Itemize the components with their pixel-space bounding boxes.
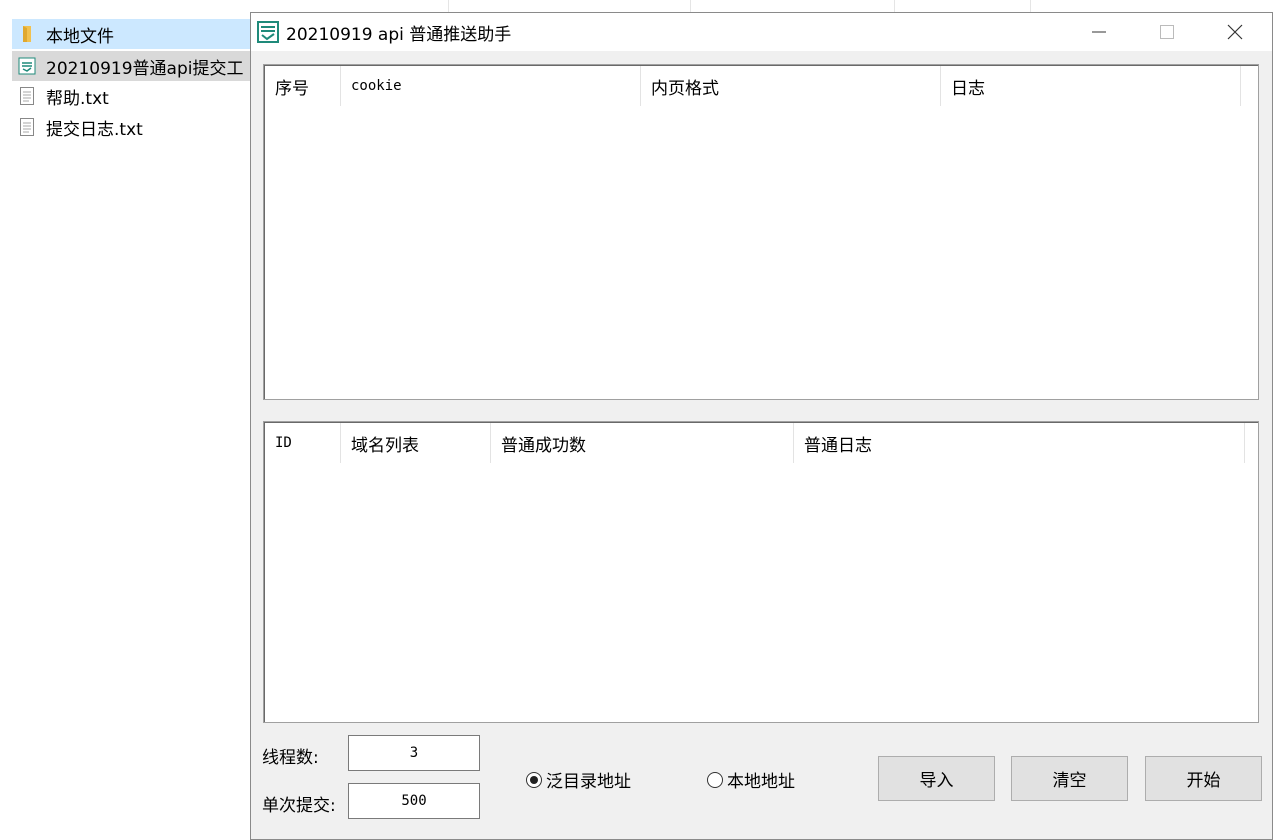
text-file-icon [18,86,36,106]
file-name: 20210919普通api提交工 [46,58,244,79]
column-header-success-count[interactable]: 普通成功数 [491,423,794,463]
column-header-page-format[interactable]: 内页格式 [641,66,941,106]
app-window: 20210919 api 普通推送助手 序号 cookie 内页格式 日志 ID… [250,12,1273,840]
cookie-list-header: 序号 cookie 内页格式 日志 [265,66,1257,106]
radio-unselected-icon [707,771,723,788]
column-header-normal-log[interactable]: 普通日志 [794,423,1245,463]
file-item-local-files[interactable]: 本地文件 [12,19,250,49]
window-title: 20210919 api 普通推送助手 [286,24,512,45]
file-name: 提交日志.txt [46,119,143,140]
domain-list[interactable]: ID 域名列表 普通成功数 普通日志 [263,421,1259,723]
file-item-help[interactable]: 帮助.txt [12,81,250,111]
file-item-app[interactable]: 20210919普通api提交工 [12,51,250,81]
close-icon [1227,24,1243,40]
radio-local-address[interactable]: 本地地址 [707,767,795,792]
radio-local-label: 本地地址 [727,772,795,792]
batch-label: 单次提交: [262,796,336,816]
column-header-id[interactable]: ID [265,423,341,463]
close-button[interactable] [1201,13,1269,51]
title-bar[interactable]: 20210919 api 普通推送助手 [251,13,1272,51]
app-icon [18,56,36,76]
app-logo-icon [256,20,280,44]
file-item-log[interactable]: 提交日志.txt [12,112,250,142]
text-file-icon [18,117,36,137]
file-name: 本地文件 [46,26,114,47]
batch-input[interactable]: 500 [348,783,480,819]
column-header-domains[interactable]: 域名列表 [341,423,491,463]
import-button[interactable]: 导入 [878,756,995,801]
column-header-cookie[interactable]: cookie [341,66,641,106]
radio-generic-label: 泛目录地址 [546,772,631,792]
radio-selected-icon [526,771,542,788]
threads-label: 线程数: [262,748,319,768]
maximize-button[interactable] [1133,13,1201,51]
file-name: 帮助.txt [46,88,109,109]
radio-generic-directory[interactable]: 泛目录地址 [526,767,631,792]
start-button[interactable]: 开始 [1145,756,1262,801]
minimize-icon [1092,31,1106,33]
clear-button[interactable]: 清空 [1011,756,1128,801]
cookie-list[interactable]: 序号 cookie 内页格式 日志 [263,64,1259,400]
minimize-button[interactable] [1065,13,1133,51]
maximize-icon [1160,25,1174,39]
column-header-index[interactable]: 序号 [265,66,341,106]
folder-icon [18,24,36,44]
threads-input[interactable]: 3 [348,735,480,771]
column-header-log[interactable]: 日志 [941,66,1241,106]
domain-list-header: ID 域名列表 普通成功数 普通日志 [265,423,1257,463]
explorer-column-dividers [250,0,1277,12]
